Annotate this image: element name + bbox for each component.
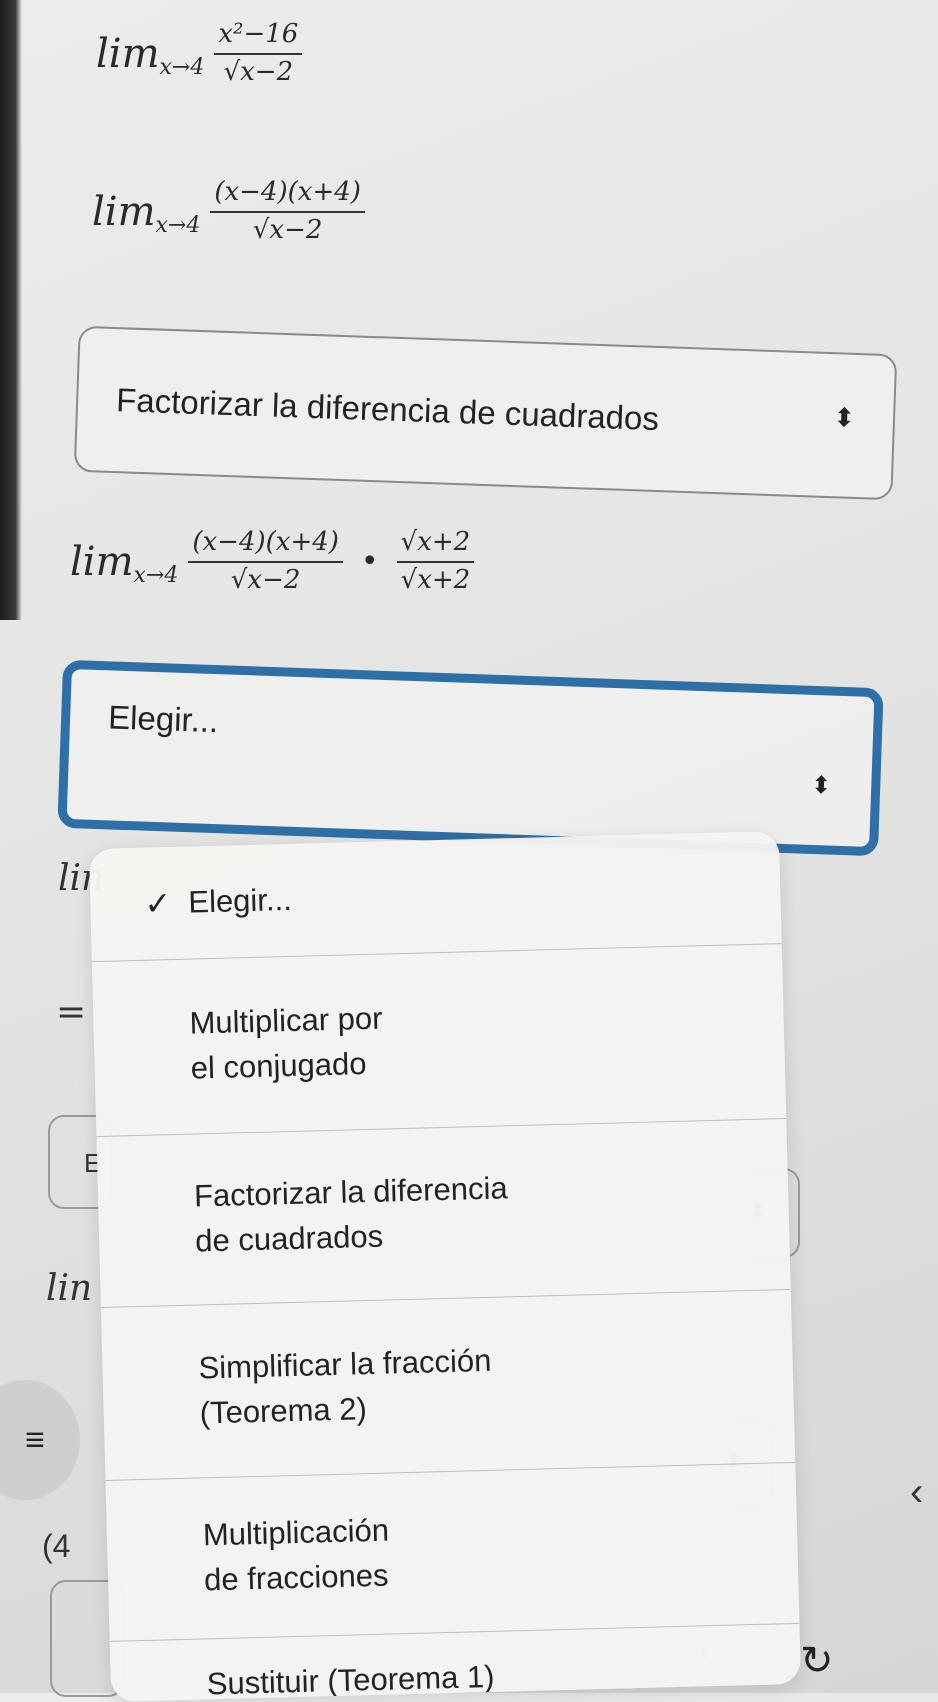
denominator: √x−2 [230, 564, 301, 595]
lim-symbol: lim [92, 188, 156, 235]
reason-select-2[interactable]: Elegir... ⬍ [57, 659, 884, 857]
menu-option-conjugado[interactable]: Multiplicar por el conjugado [91, 944, 787, 1138]
conjugate-fraction: √x+2 √x+2 [396, 527, 475, 596]
lim-subscript: x→4 [159, 55, 205, 81]
denominator: √x−2 [252, 214, 323, 245]
denominator: √x+2 [400, 564, 471, 595]
numerator: (x−4)(x+4) [188, 527, 343, 563]
device-edge [0, 0, 22, 620]
menu-option-elegir[interactable]: ✓ Elegir... [88, 831, 782, 963]
fraction: (x−4)(x+4) √x−2 [210, 177, 365, 246]
lim-subscript: x→4 [133, 563, 179, 589]
list-icon: ≡ [25, 1420, 45, 1459]
lim-subscript: x→4 [155, 213, 201, 239]
multiply-dot: • [360, 544, 379, 580]
updown-arrow-icon: ⬍ [832, 402, 856, 433]
list-menu-button[interactable]: ≡ [0, 1380, 80, 1500]
updown-arrow-icon: ⬍ [810, 771, 832, 800]
option-label: Elegir... [187, 881, 293, 920]
denominator: √x−2 [223, 56, 294, 87]
bg-paren-4: (4 [42, 1528, 71, 1564]
lim-symbol: lim [96, 30, 160, 77]
option-label: Factorizar la diferencia de cuadrados [193, 1170, 509, 1259]
fraction: x²−16 √x−2 [214, 19, 303, 88]
option-label: Simplificar la fracción (Teorema 2) [198, 1342, 492, 1431]
reason-select-1[interactable]: Factorizar la diferencia de cuadrados ⬍ [73, 325, 898, 501]
chevron-left-icon[interactable]: ‹ [910, 1470, 923, 1515]
limit-step-1: lim x→4 x²−16 √x−2 [96, 19, 303, 88]
fraction: (x−4)(x+4) √x−2 [188, 527, 343, 596]
refresh-icon[interactable]: ↻ [800, 1638, 834, 1684]
bg-equals: = [56, 992, 87, 1033]
limit-step-3: lim x→4 (x−4)(x+4) √x−2 • √x+2 √x+2 [70, 527, 475, 596]
option-label: Sustituir (Teorema 1) [206, 1658, 495, 1701]
select-value: Elegir... [107, 698, 219, 740]
option-label: Multiplicación de fracciones [202, 1512, 390, 1598]
bg-lim-text-2: lin [46, 1268, 93, 1309]
option-label: Multiplicar por el conjugado [189, 1000, 383, 1086]
dropdown-menu: ✓ Elegir... Multiplicar por el conjugado… [88, 831, 802, 1702]
menu-option-multiplicacion[interactable]: Multiplicación de fracciones [105, 1462, 800, 1642]
lim-symbol: lim [70, 538, 134, 585]
limit-step-2: lim x→4 (x−4)(x+4) √x−2 [92, 177, 365, 246]
menu-option-diferencia-cuadrados[interactable]: Factorizar la diferencia de cuadrados [96, 1119, 791, 1309]
select-value: Factorizar la diferencia de cuadrados [115, 381, 660, 438]
checkmark-icon: ✓ [143, 884, 172, 922]
numerator: x²−16 [214, 19, 303, 55]
numerator: √x+2 [396, 527, 475, 563]
menu-option-simplificar[interactable]: Simplificar la fracción (Teorema 2) [100, 1289, 796, 1481]
numerator: (x−4)(x+4) [210, 177, 365, 213]
